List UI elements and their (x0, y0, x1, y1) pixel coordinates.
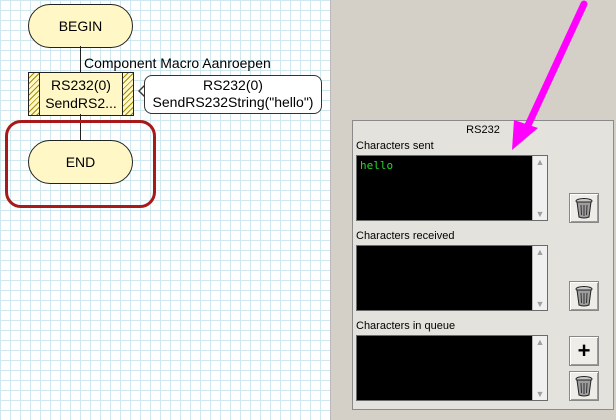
scroll-up-arrow-icon[interactable]: ▲ (533, 157, 547, 167)
characters-sent-text: hello (360, 159, 394, 172)
clear-received-button[interactable] (569, 281, 599, 311)
begin-terminal[interactable]: BEGIN (28, 4, 133, 48)
clear-sent-button[interactable] (569, 193, 599, 223)
tooltip-line1: RS232(0) (203, 77, 263, 93)
scroll-down-arrow-icon[interactable]: ▼ (533, 389, 547, 399)
characters-sent-console[interactable]: hello ▲ ▼ (356, 155, 548, 221)
macro-block-right-stripe (122, 73, 133, 115)
macro-block-left-stripe (29, 73, 40, 115)
macro-caption: Component Macro Aanroepen (84, 55, 271, 71)
characters-sent-label: Characters sent (356, 140, 434, 152)
scroll-up-arrow-icon[interactable]: ▲ (533, 247, 547, 257)
macro-block-label: RS232(0) SendRS2... (40, 76, 122, 112)
clear-queue-button[interactable] (569, 371, 599, 401)
trash-can-icon (575, 286, 593, 307)
macro-tooltip: RS232(0) SendRS232String("hello") (144, 75, 322, 114)
rs232-panel: RS232 Characters sent hello ▲ ▼ Characte… (352, 120, 614, 410)
macro-block-line1: RS232(0) (51, 77, 111, 93)
characters-received-console[interactable]: ▲ ▼ (356, 245, 548, 311)
trash-can-icon (575, 376, 593, 397)
characters-in-queue-label: Characters in queue (356, 320, 456, 332)
flowchart-canvas[interactable]: BEGIN Component Macro Aanroepen RS232(0)… (0, 0, 331, 420)
macro-block-line2: SendRS2... (45, 95, 117, 111)
trash-can-icon (575, 198, 593, 219)
characters-in-queue-console[interactable]: ▲ ▼ (356, 335, 548, 401)
tooltip-line2: SendRS232String("hello") (152, 94, 314, 110)
connector-line (80, 46, 81, 73)
characters-received-scrollbar[interactable]: ▲ ▼ (532, 246, 547, 310)
plus-icon: + (577, 338, 591, 363)
component-macro-block[interactable]: RS232(0) SendRS2... (28, 72, 134, 116)
characters-in-queue-scrollbar[interactable]: ▲ ▼ (532, 336, 547, 400)
add-to-queue-button[interactable]: + (569, 336, 599, 366)
scroll-down-arrow-icon[interactable]: ▼ (533, 209, 547, 219)
scroll-down-arrow-icon[interactable]: ▼ (533, 299, 547, 309)
scroll-up-arrow-icon[interactable]: ▲ (533, 337, 547, 347)
end-highlight-annotation (5, 120, 156, 208)
rs232-panel-title: RS232 (466, 124, 500, 136)
characters-sent-scrollbar[interactable]: ▲ ▼ (532, 156, 547, 220)
characters-received-label: Characters received (356, 230, 455, 242)
